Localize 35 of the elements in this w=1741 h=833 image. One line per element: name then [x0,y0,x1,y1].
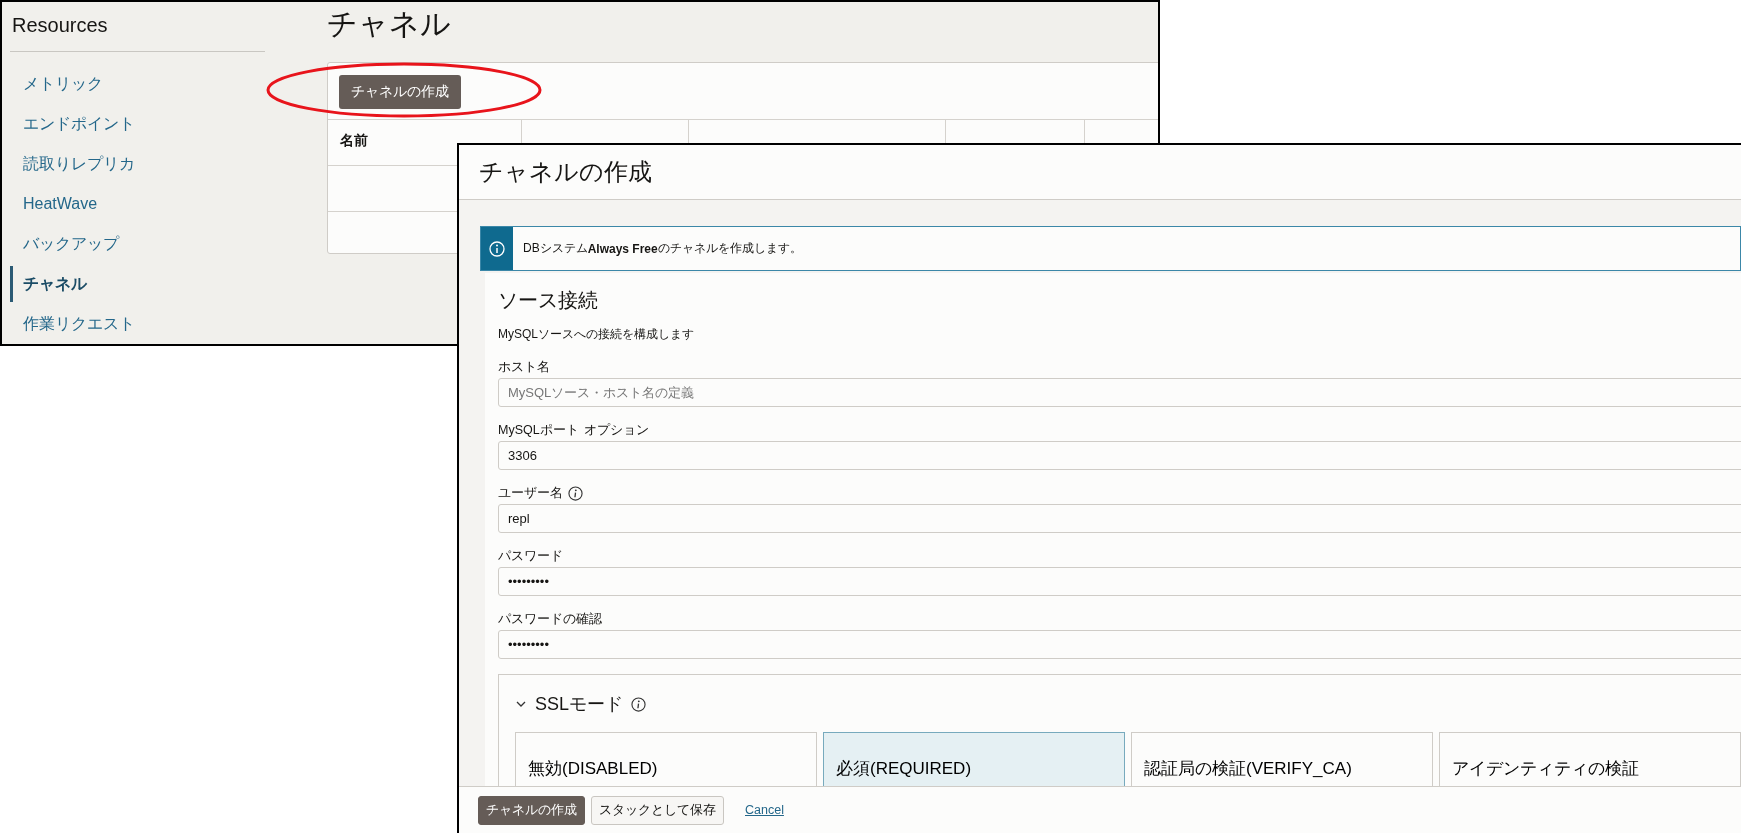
input-field[interactable]: 3306 [498,441,1741,470]
sidebar-item[interactable]: メトリック [10,66,292,102]
save-stack-button[interactable]: スタックとして保存 [591,795,724,825]
field-label: ホスト名 [498,358,550,376]
input-field[interactable]: ••••••••• [498,630,1741,659]
section-description: MySQLソースへの接続を構成します [498,326,695,343]
dialog-title: チャネルの作成 [479,157,652,187]
field-label: ユーザー名 [498,484,563,502]
column-header: 名前 [340,132,368,148]
input-field[interactable]: ••••••••• [498,567,1741,596]
sidebar-item[interactable]: 作業リクエスト [10,306,292,342]
sidebar-item[interactable]: 読取りレプリカ [10,146,292,182]
section-title: ソース接続 [498,288,599,313]
ssl-option-card[interactable]: 無効(DISABLED) [515,732,817,786]
create-button[interactable]: チャネルの作成 [478,795,585,825]
create-channel-button[interactable]: チャネルの作成 [339,75,461,109]
field-label: パスワード [498,547,563,565]
ssl-option-card[interactable]: 認証局の検証(VERIFY_CA) [1131,732,1433,786]
input-field[interactable]: MySQLソース・ホスト名の定義 [498,378,1741,407]
banner-text: DBシステムAlways Freeのチャネルを作成します。 [522,240,802,258]
info-icon [489,240,505,257]
input-field[interactable]: repl [498,504,1741,533]
sidebar-item[interactable]: チャネル [10,266,292,302]
page-title: チャネル [327,6,452,42]
field-label: MySQLポート [498,421,579,439]
sidebar-title: Resources [10,12,265,52]
field-label: パスワードの確認 [498,610,602,628]
ssl-option-card[interactable]: 必須(REQUIRED) [823,732,1125,786]
optional-label: オプション [583,421,649,439]
ssl-mode-title: SSLモード [535,693,624,716]
sidebar-item[interactable]: エンドポイント [10,106,292,142]
cancel-link[interactable]: Cancel [738,798,791,822]
sidebar-item[interactable]: バックアップ [10,226,292,262]
sidebar-item[interactable]: HeatWave [10,186,292,222]
ssl-option-card[interactable]: アイデンティティの検証 [1439,732,1741,786]
